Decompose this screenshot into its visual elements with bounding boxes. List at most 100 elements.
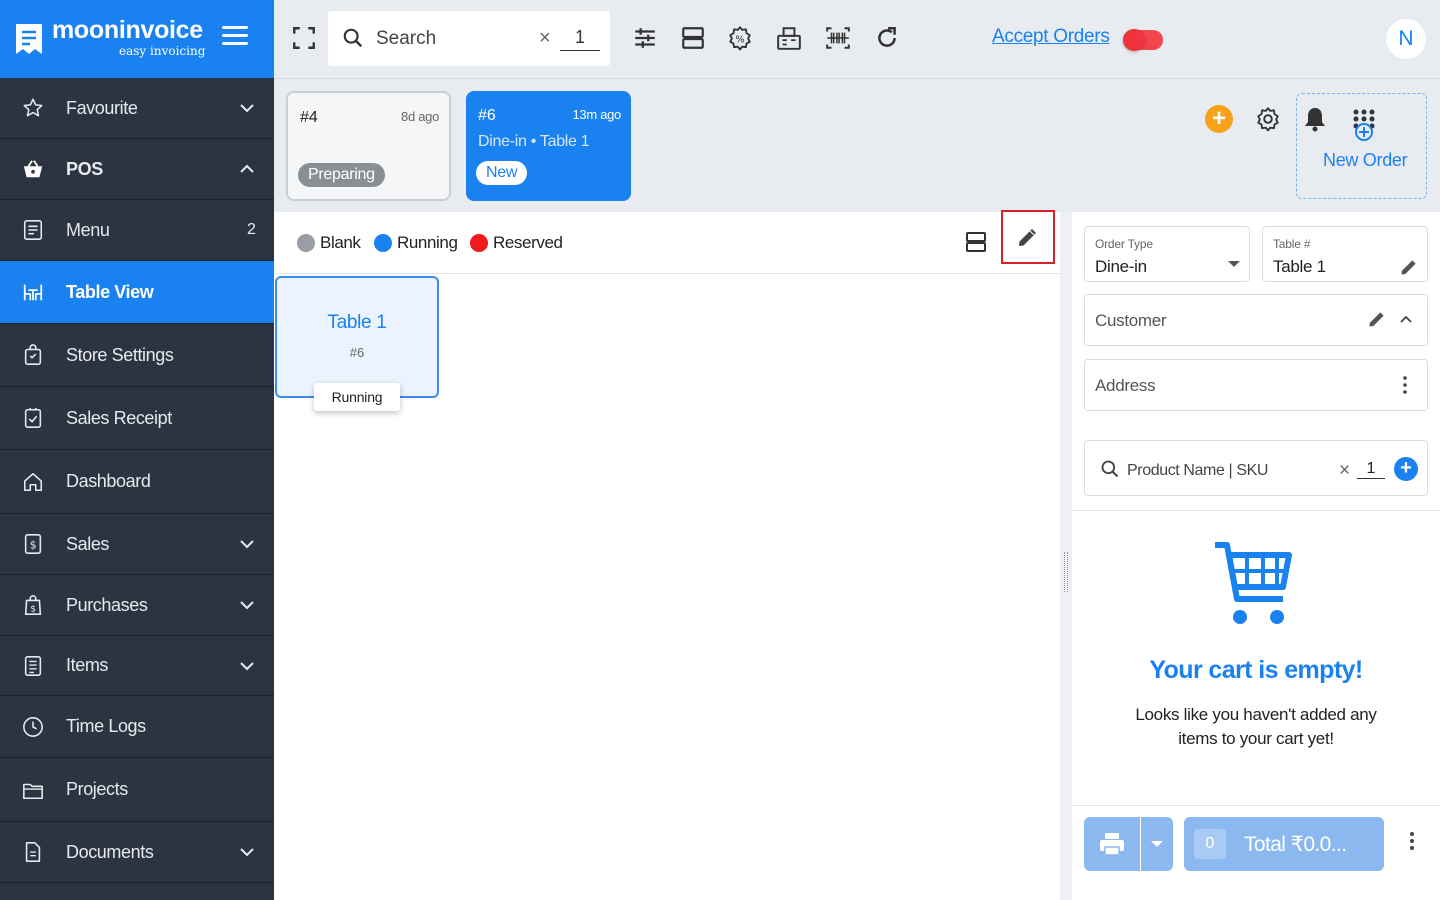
legend-item-blank: Blank: [297, 233, 361, 253]
clear-search-icon[interactable]: ×: [539, 27, 551, 50]
sidebar-item-label: Dashboard: [66, 471, 151, 491]
barcode-scan-icon[interactable]: [825, 25, 851, 51]
add-order-button[interactable]: +: [1205, 105, 1233, 133]
cart-total-label: Total ₹0.0...: [1244, 833, 1347, 856]
table-number-label: Table #: [1273, 237, 1311, 251]
product-search-input[interactable]: Product Name | SKU: [1127, 462, 1268, 480]
address-field[interactable]: Address: [1084, 359, 1428, 411]
chevron-down-icon: [240, 104, 254, 113]
order-card[interactable]: #6 13m ago Dine-in • Table 1 New: [466, 91, 631, 201]
print-options-dropdown[interactable]: [1141, 817, 1173, 871]
sidebar-item-sales[interactable]: $ Sales: [0, 514, 274, 575]
clock-icon: [23, 716, 43, 737]
order-card[interactable]: #4 8d ago Preparing: [286, 91, 451, 201]
refresh-icon[interactable]: [874, 25, 900, 51]
print-button[interactable]: [1084, 817, 1140, 871]
sidebar-item-label: Items: [66, 655, 109, 675]
sidebar-item-documents[interactable]: Documents: [0, 822, 274, 883]
basket-icon: [23, 160, 43, 178]
accept-orders-toggle[interactable]: [1123, 29, 1163, 51]
sidebar-item-purchases[interactable]: $ Purchases: [0, 575, 274, 636]
menu-count-badge: 2: [247, 221, 256, 238]
legend-label: Running: [397, 233, 458, 252]
split-view-icon[interactable]: [680, 25, 706, 51]
discount-gear-icon[interactable]: %: [727, 25, 753, 51]
address-placeholder: Address: [1095, 376, 1156, 395]
sidebar-item-store-settings[interactable]: Store Settings: [0, 324, 274, 387]
panel-resize-handle[interactable]: [1060, 212, 1072, 900]
legend-item-running: Running: [374, 233, 458, 253]
active-orders-strip: #4 8d ago Preparing #6 13m ago Dine-in •…: [274, 78, 1440, 212]
dropdown-arrow-icon: [1228, 261, 1240, 267]
brand-name: mooninvoice: [52, 16, 203, 44]
clear-product-search-icon[interactable]: ×: [1339, 460, 1350, 482]
order-number: #6: [478, 107, 496, 124]
chevron-up-icon: [240, 164, 254, 173]
customer-field[interactable]: Customer: [1084, 294, 1428, 346]
brand-header: mooninvoice easy invoicing: [0, 0, 274, 78]
new-order-button[interactable]: New Order: [1296, 93, 1427, 199]
search-icon: [1101, 460, 1119, 478]
pencil-icon[interactable]: [1399, 257, 1419, 277]
table-card[interactable]: Table 1 #6: [275, 276, 439, 398]
customer-placeholder: Customer: [1095, 311, 1167, 330]
chevron-down-icon: [240, 601, 254, 610]
sidebar-item-projects[interactable]: Projects: [0, 758, 274, 822]
search-box[interactable]: Search × 1: [328, 11, 610, 66]
order-status-badge: New: [476, 161, 528, 185]
sidebar-item-label: Favourite: [66, 97, 138, 118]
svg-text:$: $: [30, 539, 37, 552]
checkout-total-button[interactable]: 0 Total ₹0.0...: [1184, 817, 1384, 871]
layout-view-icon[interactable]: [964, 230, 988, 254]
dollar-doc-icon: $: [24, 534, 42, 554]
legend-dot: [297, 234, 315, 252]
pencil-icon[interactable]: [1367, 309, 1387, 329]
sidebar-item-label: Purchases: [66, 594, 148, 615]
sidebar-item-favourite[interactable]: Favourite: [0, 78, 274, 139]
order-status-badge: Preparing: [298, 163, 385, 187]
sidebar-item-pos[interactable]: POS: [0, 139, 274, 200]
product-quantity-field[interactable]: 1: [1357, 460, 1385, 479]
order-time: 13m ago: [572, 107, 622, 122]
accept-orders-link[interactable]: Accept Orders: [992, 26, 1110, 48]
gear-icon[interactable]: [1255, 106, 1281, 132]
product-search-box[interactable]: Product Name | SKU × 1 +: [1084, 440, 1428, 496]
sidebar-item-sales-receipt[interactable]: Sales Receipt: [0, 387, 274, 450]
edit-layout-button[interactable]: [1001, 210, 1055, 264]
chevron-up-icon[interactable]: [1400, 315, 1412, 323]
folder-icon: [23, 783, 43, 799]
more-options-icon[interactable]: [1408, 832, 1416, 856]
add-product-button[interactable]: +: [1394, 457, 1418, 481]
table-number-field[interactable]: Table # Table 1: [1262, 226, 1428, 282]
search-input[interactable]: Search: [376, 28, 436, 50]
order-time: 8d ago: [401, 109, 439, 124]
search-quantity-field[interactable]: 1: [560, 27, 600, 51]
list-doc-icon: [24, 655, 42, 676]
sidebar-item-table-view[interactable]: Table View: [0, 261, 274, 324]
order-type-select[interactable]: Order Type Dine-in: [1084, 226, 1250, 282]
sidebar-item-label: Documents: [66, 841, 154, 862]
pos-register-icon[interactable]: [776, 25, 802, 51]
mooninvoice-logo-icon: [16, 24, 42, 54]
home-icon: [23, 472, 43, 491]
cart-item-count: 0: [1194, 829, 1226, 859]
fullscreen-icon[interactable]: [291, 25, 317, 51]
bell-icon[interactable]: [1303, 106, 1327, 132]
sidebar-item-dashboard[interactable]: Dashboard: [0, 450, 274, 514]
hamburger-menu-icon[interactable]: [222, 26, 248, 50]
sidebar-item-items[interactable]: Items: [0, 636, 274, 696]
menu-list-icon: [23, 220, 43, 240]
sidebar: mooninvoice easy invoicing Favourite POS…: [0, 0, 274, 900]
sidebar-item-time-logs[interactable]: Time Logs: [0, 696, 274, 758]
cart-empty-message: Looks like you haven't added any items t…: [1135, 705, 1377, 748]
order-panel: Order Type Dine-in Table # Table 1 Custo…: [1072, 212, 1440, 900]
shopping-bag-dollar-icon: $: [24, 595, 42, 615]
table-icon: [23, 284, 43, 301]
brand-tagline: easy invoicing: [119, 44, 206, 58]
sidebar-item-label: Projects: [66, 779, 128, 799]
sidebar-item-menu[interactable]: Menu 2: [0, 200, 274, 261]
new-order-label: New Order: [1323, 150, 1408, 170]
filter-sliders-icon[interactable]: [632, 25, 658, 51]
more-vertical-icon[interactable]: [1403, 376, 1407, 394]
user-avatar[interactable]: N: [1386, 19, 1426, 59]
